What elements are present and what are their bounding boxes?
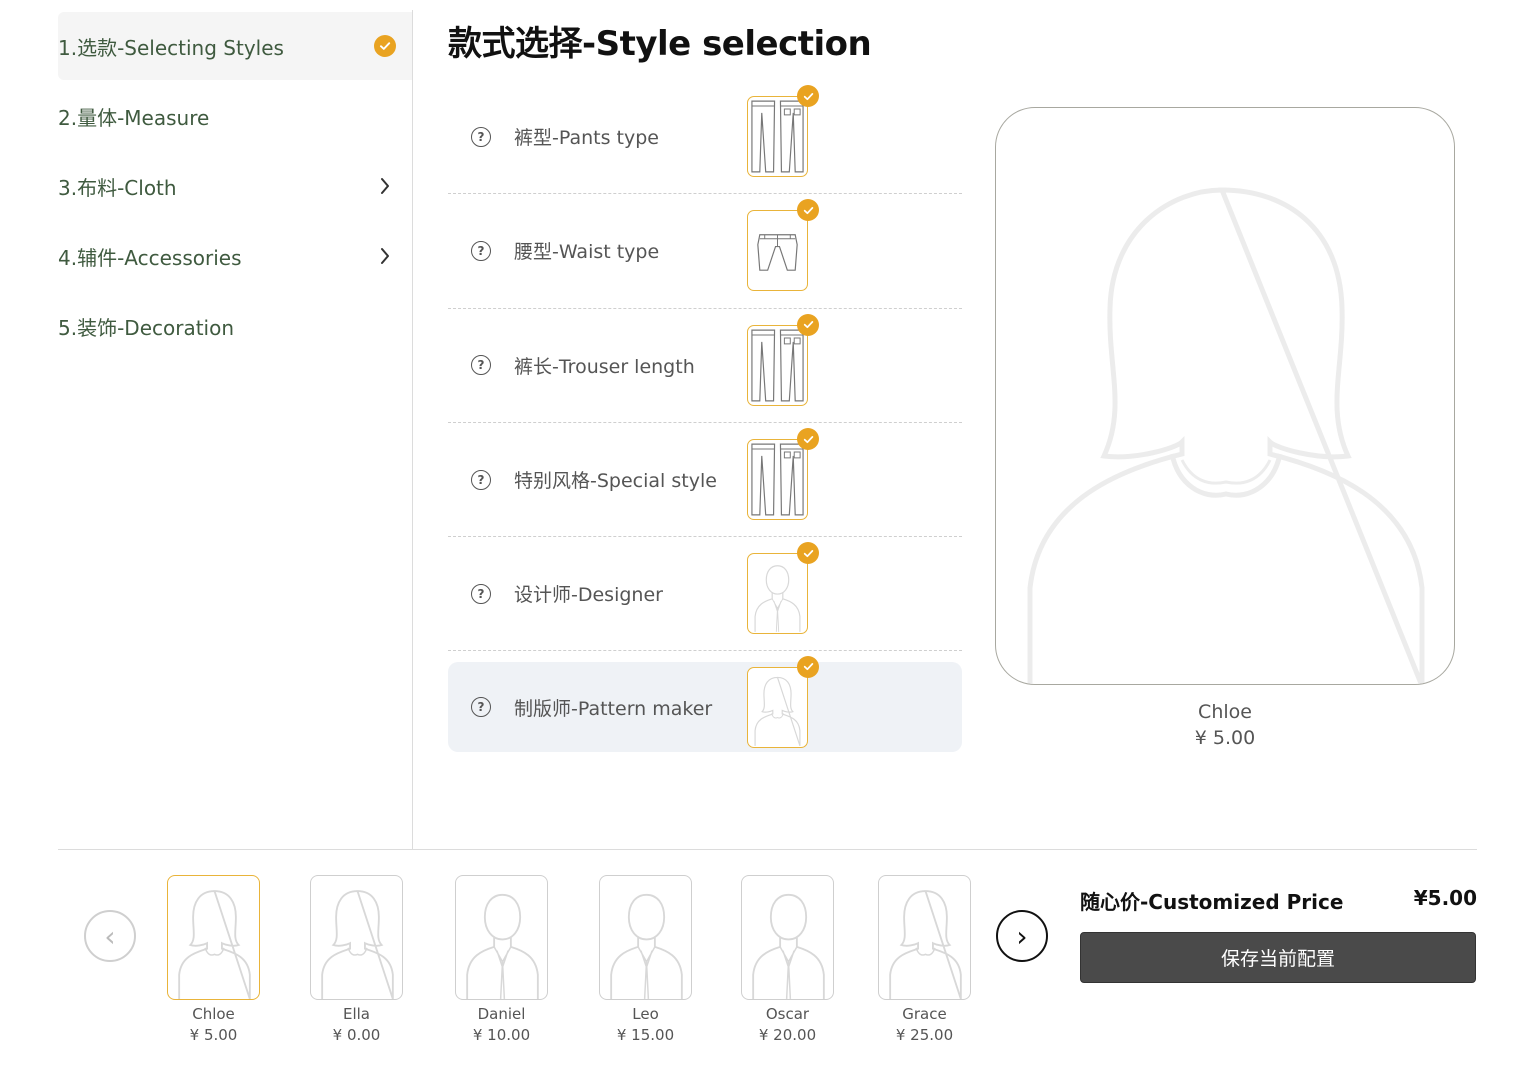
card-image: [455, 875, 548, 1000]
pants-icon: [748, 326, 807, 405]
option-special-style[interactable]: ? 特别风格-Special style: [448, 423, 962, 538]
help-icon[interactable]: ?: [471, 697, 491, 718]
male-avatar-icon: [456, 876, 548, 1000]
customized-price-value: ¥5.00: [1413, 886, 1477, 910]
card-image: [599, 875, 692, 1000]
card-image: [310, 875, 403, 1000]
option-trouser-length[interactable]: ? 裤长-Trouser length: [448, 309, 962, 423]
option-thumbnail[interactable]: [747, 85, 819, 178]
female-avatar-icon: [1027, 187, 1425, 684]
male-avatar-icon: [600, 876, 692, 1000]
female-avatar-icon: [311, 876, 403, 1000]
option-thumbnail[interactable]: [747, 542, 819, 635]
sidebar-item-label: 5.装饰-Decoration: [58, 315, 235, 340]
card-price: ¥ 0.00: [332, 1026, 381, 1044]
carousel-prev-button[interactable]: ‹: [84, 910, 136, 962]
check-circle-icon: [797, 542, 819, 565]
page-title: 款式选择-Style selection: [448, 24, 872, 64]
designer-card-oscar[interactable]: Oscar ¥ 20.00: [741, 875, 834, 1044]
female-avatar-icon: [168, 876, 260, 1000]
check-circle-icon: [797, 428, 819, 451]
preview-price: ¥ 5.00: [1194, 727, 1256, 749]
sidebar-item-cloth[interactable]: 3.布料-Cloth: [58, 152, 412, 220]
option-label: 裤长-Trouser length: [514, 355, 695, 378]
sidebar-item-measure[interactable]: 2.量体-Measure: [58, 82, 412, 150]
chevron-right-icon: [374, 175, 396, 197]
option-label: 腰型-Waist type: [514, 241, 660, 264]
card-price: ¥ 10.00: [472, 1026, 531, 1044]
sidebar-item-accessories[interactable]: 4.辅件-Accessories: [58, 222, 412, 290]
waist-icon: [748, 211, 807, 290]
card-image: [878, 875, 971, 1000]
option-thumbnail[interactable]: [747, 428, 819, 521]
card-price: ¥ 20.00: [758, 1026, 817, 1044]
check-circle-icon: [797, 655, 819, 678]
card-name: Oscar: [765, 1005, 810, 1023]
designer-card-chloe[interactable]: Chloe ¥ 5.00: [167, 875, 260, 1044]
designer-card-grace[interactable]: Grace ¥ 25.00: [878, 875, 971, 1044]
horizontal-divider: [58, 849, 1477, 850]
female-avatar-icon: [748, 668, 807, 747]
male-avatar-icon: [742, 876, 834, 1000]
card-name: Grace: [902, 1005, 947, 1023]
designer-card-leo[interactable]: Leo ¥ 15.00: [599, 875, 692, 1044]
card-name: Leo: [632, 1005, 659, 1023]
help-icon[interactable]: ?: [471, 355, 491, 376]
male-avatar-icon: [748, 554, 807, 633]
pants-icon: [748, 440, 807, 519]
option-label: 设计师-Designer: [514, 584, 663, 607]
card-image: [167, 875, 260, 1000]
help-icon[interactable]: ?: [471, 240, 491, 261]
check-circle-icon: [374, 35, 396, 57]
card-image: [741, 875, 834, 1000]
sidebar-item-decoration[interactable]: 5.装饰-Decoration: [58, 292, 412, 360]
option-label: 裤型-Pants type: [514, 127, 659, 150]
option-thumbnail[interactable]: [747, 199, 819, 292]
designer-card-ella[interactable]: Ella ¥ 0.00: [310, 875, 403, 1044]
option-thumbnail[interactable]: [747, 655, 819, 748]
pants-icon: [748, 97, 807, 176]
preview-name: Chloe: [1198, 701, 1252, 723]
card-price: ¥ 15.00: [616, 1026, 675, 1044]
option-label: 制版师-Pattern maker: [514, 697, 713, 720]
style-options-list: ? 裤型-Pants type ? 腰型-Waist type ? 裤长-Tro…: [448, 80, 962, 753]
option-label: 特别风格-Special style: [514, 470, 717, 493]
sidebar-item-selecting-styles[interactable]: 1.选款-Selecting Styles: [58, 12, 412, 80]
carousel-next-button[interactable]: ›: [996, 910, 1048, 962]
sidebar-item-label: 1.选款-Selecting Styles: [58, 35, 284, 60]
check-circle-icon: [797, 85, 819, 108]
option-designer[interactable]: ? 设计师-Designer: [448, 537, 962, 652]
help-icon[interactable]: ?: [471, 469, 491, 490]
customized-price-label: 随心价-Customized Price: [1080, 890, 1344, 914]
save-configuration-button[interactable]: 保存当前配置: [1080, 932, 1476, 983]
sidebar-item-label: 4.辅件-Accessories: [58, 245, 242, 270]
option-pattern-maker[interactable]: ? 制版师-Pattern maker: [448, 655, 962, 753]
option-thumbnail[interactable]: [747, 313, 819, 406]
preview-image: [995, 107, 1455, 685]
card-price: ¥ 25.00: [895, 1026, 954, 1044]
card-name: Ella: [342, 1005, 370, 1023]
check-circle-icon: [797, 199, 819, 222]
sidebar-item-label: 3.布料-Cloth: [58, 175, 177, 200]
option-pants-type[interactable]: ? 裤型-Pants type: [448, 80, 962, 195]
card-name: Chloe: [192, 1005, 235, 1023]
sidebar-item-label: 2.量体-Measure: [58, 105, 210, 130]
help-icon[interactable]: ?: [471, 583, 491, 604]
card-name: Daniel: [477, 1005, 526, 1023]
chevron-right-icon: [374, 245, 396, 267]
check-circle-icon: [797, 313, 819, 336]
help-icon[interactable]: ?: [471, 126, 491, 147]
vertical-divider: [412, 10, 413, 850]
card-price: ¥ 5.00: [189, 1026, 238, 1044]
female-avatar-icon: [879, 876, 971, 1000]
designer-card-daniel[interactable]: Daniel ¥ 10.00: [455, 875, 548, 1044]
sidebar: 1.选款-Selecting Styles 2.量体-Measure 3.布料-…: [58, 12, 412, 362]
option-waist-type[interactable]: ? 腰型-Waist type: [448, 194, 962, 309]
